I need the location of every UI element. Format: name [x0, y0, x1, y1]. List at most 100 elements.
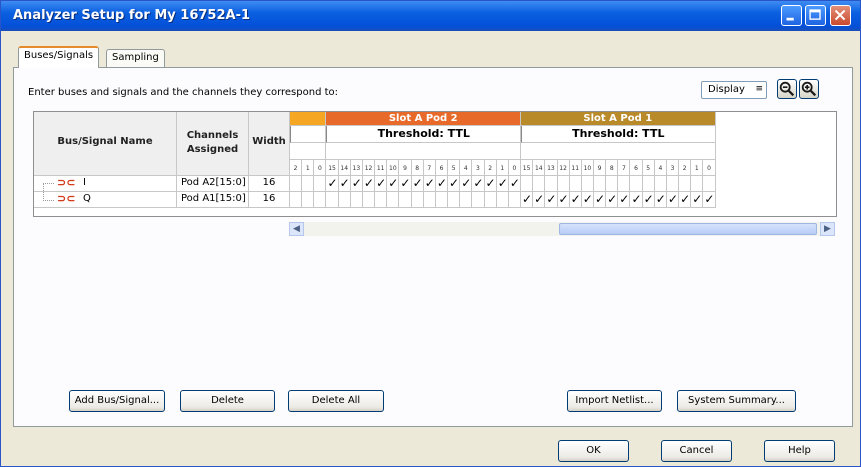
instructions-text: Enter buses and signals and the channels… — [28, 87, 339, 98]
title-bar[interactable]: Analyzer Setup for My 16752A-1 — [1, 1, 860, 31]
bit-number: 8 — [411, 160, 424, 176]
row-channels-cell[interactable]: Pod A2[15:0] — [177, 176, 249, 192]
channel-check-icon: ✓ — [351, 176, 362, 190]
channel-cell[interactable] — [642, 176, 655, 192]
system-summary-button[interactable]: System Summary... — [677, 390, 796, 412]
channel-cell[interactable] — [448, 192, 461, 208]
channel-cell[interactable] — [290, 192, 303, 208]
channel-cell[interactable] — [326, 192, 339, 208]
pod-label-2[interactable]: Slot A Pod 1 — [521, 112, 716, 126]
bit-number: 4 — [460, 160, 473, 176]
zoom-out-button[interactable] — [777, 79, 797, 99]
channel-cell[interactable] — [387, 192, 400, 208]
bit-number: 10 — [387, 160, 400, 176]
channel-cell[interactable] — [460, 192, 473, 208]
channel-check-icon: ✓ — [376, 176, 387, 190]
channel-cell[interactable] — [375, 192, 388, 208]
pod-label-0[interactable] — [290, 112, 327, 126]
bit-number: 2 — [290, 160, 303, 176]
channel-cell[interactable] — [654, 176, 667, 192]
channel-check-icon: ✓ — [558, 192, 569, 206]
bus-signal-grid: Bus/Signal Name Channels Assigned Width … — [33, 111, 837, 217]
channel-check-icon: ✓ — [534, 192, 545, 206]
channel-cell[interactable] — [703, 176, 716, 192]
channel-cell[interactable] — [314, 176, 327, 192]
channel-cell[interactable] — [569, 176, 582, 192]
bit-number: 0 — [508, 160, 522, 176]
channel-cell[interactable] — [581, 176, 594, 192]
channel-cell[interactable] — [423, 192, 436, 208]
dropdown-arrow-icon: ≡ — [755, 84, 763, 94]
bit-number: 5 — [642, 160, 655, 176]
channel-cell[interactable] — [411, 192, 424, 208]
channel-cell[interactable] — [533, 176, 546, 192]
channel-cell[interactable] — [484, 192, 497, 208]
channel-cell[interactable] — [606, 176, 619, 192]
channel-cell[interactable] — [399, 192, 412, 208]
bit-number: 12 — [557, 160, 570, 176]
scrollbar-thumb[interactable] — [559, 223, 817, 235]
channel-cell[interactable] — [338, 192, 351, 208]
channel-cell[interactable] — [630, 176, 643, 192]
pod-threshold-0[interactable] — [290, 126, 327, 143]
bit-number: 14 — [338, 160, 351, 176]
channel-cell[interactable] — [521, 176, 534, 192]
grid-horizontal-scrollbar[interactable]: ◀ ▶ — [289, 222, 835, 236]
ok-button[interactable]: OK — [558, 440, 629, 462]
channel-check-icon: ✓ — [461, 176, 472, 190]
row-name-cell[interactable]: ⊃⊂ Q — [34, 192, 177, 208]
channel-cell[interactable] — [679, 176, 692, 192]
bit-number: 3 — [472, 160, 485, 176]
channel-cell[interactable] — [557, 176, 570, 192]
channel-cell[interactable] — [314, 192, 327, 208]
channel-cell[interactable] — [302, 192, 315, 208]
bit-number: 7 — [423, 160, 436, 176]
channel-check-icon: ✓ — [692, 192, 703, 206]
channel-check-icon: ✓ — [522, 192, 533, 206]
tab-sampling[interactable]: Sampling — [106, 49, 165, 67]
bit-number: 12 — [362, 160, 376, 176]
row-width-cell[interactable]: 16 — [249, 192, 290, 208]
minimize-icon — [786, 17, 794, 21]
row-channels-cell[interactable]: Pod A1[15:0] — [177, 192, 249, 208]
channel-cell[interactable] — [435, 192, 449, 208]
delete-button[interactable]: Delete — [180, 390, 275, 412]
window-title: Analyzer Setup for My 16752A-1 — [13, 8, 251, 23]
import-netlist-button[interactable]: Import Netlist... — [567, 390, 662, 412]
channel-cell[interactable] — [618, 176, 631, 192]
channel-cell[interactable] — [302, 176, 315, 192]
tab-buses-signals[interactable]: Buses/Signals — [18, 46, 100, 68]
help-button[interactable]: Help — [764, 440, 835, 462]
pod-label-1[interactable]: Slot A Pod 2 — [326, 112, 522, 126]
channel-cell[interactable] — [508, 192, 522, 208]
row-name-cell[interactable]: ⊃⊂ I — [34, 176, 177, 193]
analyzer-setup-window: Analyzer Setup for My 16752A-1 Buses/Sig… — [0, 0, 861, 467]
add-bus-signal-button[interactable]: Add Bus/Signal... — [69, 390, 165, 412]
scroll-left-button[interactable]: ◀ — [289, 222, 304, 236]
column-header-name: Bus/Signal Name — [34, 112, 177, 176]
maximize-button[interactable] — [805, 5, 826, 26]
delete-all-button[interactable]: Delete All — [288, 390, 384, 412]
channel-check-icon: ✓ — [643, 192, 654, 206]
channel-cell[interactable] — [290, 176, 303, 192]
channel-cell[interactable] — [666, 176, 680, 192]
display-dropdown[interactable]: Display ≡ — [701, 81, 767, 99]
channel-cell[interactable] — [496, 192, 509, 208]
channel-cell[interactable] — [545, 176, 558, 192]
row-width-cell[interactable]: 16 — [249, 176, 290, 192]
cancel-button[interactable]: Cancel — [661, 440, 732, 462]
scroll-right-button[interactable]: ▶ — [820, 222, 835, 236]
channel-cell[interactable] — [691, 176, 704, 192]
channel-cell[interactable] — [350, 192, 363, 208]
channel-cell[interactable] — [594, 176, 607, 192]
minimize-button[interactable] — [781, 5, 802, 26]
channel-cell[interactable] — [472, 192, 485, 208]
pod-threshold-1[interactable]: Threshold: TTL — [326, 126, 522, 143]
bit-number: 10 — [581, 160, 594, 176]
bit-number: 4 — [654, 160, 667, 176]
channel-check-icon: ✓ — [667, 192, 678, 206]
zoom-in-button[interactable] — [799, 79, 819, 99]
close-button[interactable] — [830, 5, 851, 26]
pod-threshold-2[interactable]: Threshold: TTL — [521, 126, 716, 143]
channel-cell[interactable] — [362, 192, 376, 208]
